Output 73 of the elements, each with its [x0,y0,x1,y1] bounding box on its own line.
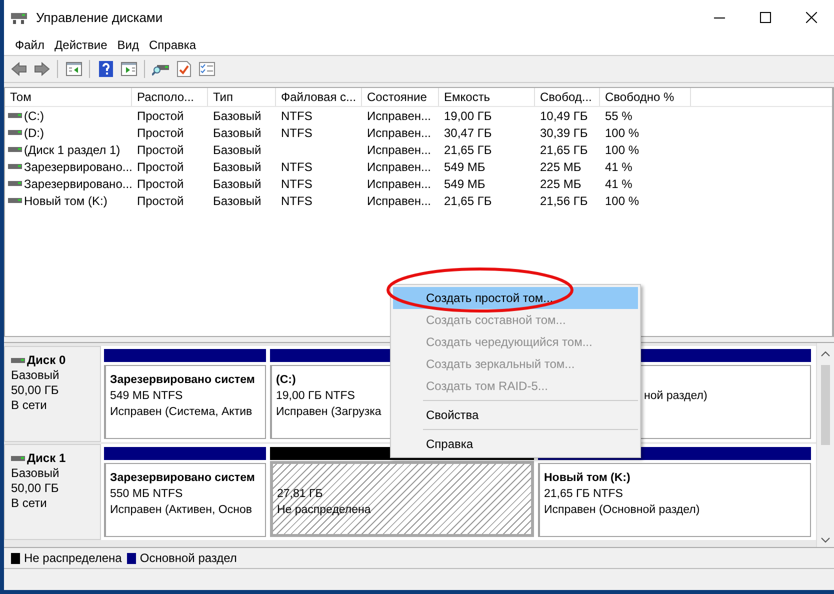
disk-size: 50,00 ГБ [11,481,60,496]
table-cell: 225 МБ [540,176,582,190]
disk-status: В сети [11,398,48,413]
partition-status: Не распределена [277,503,371,518]
table-cell: Исправен... [367,160,432,174]
partition-status: Исправен (Система, Актив [110,405,252,420]
partition-name: Зарезервировано систем [110,373,255,388]
partition-size: 27,81 ГБ [277,487,323,502]
partition-size: 550 МБ NTFS [110,487,183,502]
table-cell: Базовый [213,194,262,208]
table-cell: NTFS [281,194,312,208]
table-cell: NTFS [281,108,312,122]
legend-label: Не распределена [24,551,122,565]
table-cell: Новый том (K:) [24,194,108,208]
table-cell: Базовый [213,160,262,174]
table-cell: 10,49 ГБ [540,108,588,122]
disk-type: Базовый [11,368,60,383]
table-cell: Простой [137,108,184,122]
table-cell: Исправен... [367,142,432,156]
table-cell: Базовый [213,126,262,140]
table-cell: Базовый [213,176,262,190]
partition-status: Исправен (Основной раздел) [544,503,700,518]
table-cell: Простой [137,160,184,174]
table-cell: 55 % [605,108,632,122]
table-cell: (C:) [24,108,44,122]
disk-size: 50,00 ГБ [11,383,60,398]
window-title: Управление дисками [36,10,164,25]
table-cell: 100 % [605,126,640,140]
table-cell: Зарезервировано... [24,176,132,190]
partition-size: 19,00 ГБ NTFS [276,389,355,404]
partition-name: (C:) [276,373,296,388]
table-cell: 30,39 ГБ [540,126,588,140]
table-cell: Исправен... [367,126,432,140]
table-cell: Простой [137,142,184,156]
table-cell: 225 МБ [540,160,582,174]
table-cell: Исправен... [367,176,432,190]
table-cell: 100 % [605,142,640,156]
table-cell: (Диск 1 раздел 1) [24,142,120,156]
table-cell: NTFS [281,126,312,140]
table-cell: Простой [137,126,184,140]
partition-status: Исправен (Активен, Основ [110,503,252,518]
table-cell: 21,65 ГБ [444,142,492,156]
table-cell: Простой [137,194,184,208]
disk-name: Диск 0 [27,353,66,368]
table-cell: 21,65 ГБ [444,194,492,208]
partition-name: Новый том (K:) [544,471,630,486]
table-cell: Базовый [213,142,262,156]
table-cell: Зарезервировано... [24,160,132,174]
table-cell: 100 % [605,194,640,208]
table-cell: 549 МБ [444,160,486,174]
table-cell: 21,65 ГБ [540,142,588,156]
table-cell: 21,56 ГБ [540,194,588,208]
legend-label: Основной раздел [140,551,237,565]
partition-size: 21,65 ГБ NTFS [544,487,623,502]
disk-status: В сети [11,496,48,511]
disk-name: Диск 1 [27,451,66,466]
partition-size: 549 МБ NTFS [110,389,183,404]
table-cell: 30,47 ГБ [444,126,492,140]
table-cell: 41 % [605,160,632,174]
table-cell: NTFS [281,176,312,190]
table-cell: 549 МБ [444,176,486,190]
table-cell: 41 % [605,176,632,190]
partition-status: ной раздел) [644,389,708,404]
table-cell: NTFS [281,160,312,174]
partition-name: Зарезервировано систем [110,471,255,486]
table-cell: Исправен... [367,108,432,122]
table-cell: (D:) [24,126,44,140]
table-cell: Простой [137,176,184,190]
table-cell: Исправен... [367,194,432,208]
table-cell: 19,00 ГБ [444,108,492,122]
disk-type: Базовый [11,466,60,481]
table-cell: Базовый [213,108,262,122]
partition-status: Исправен (Загрузка [276,405,382,420]
